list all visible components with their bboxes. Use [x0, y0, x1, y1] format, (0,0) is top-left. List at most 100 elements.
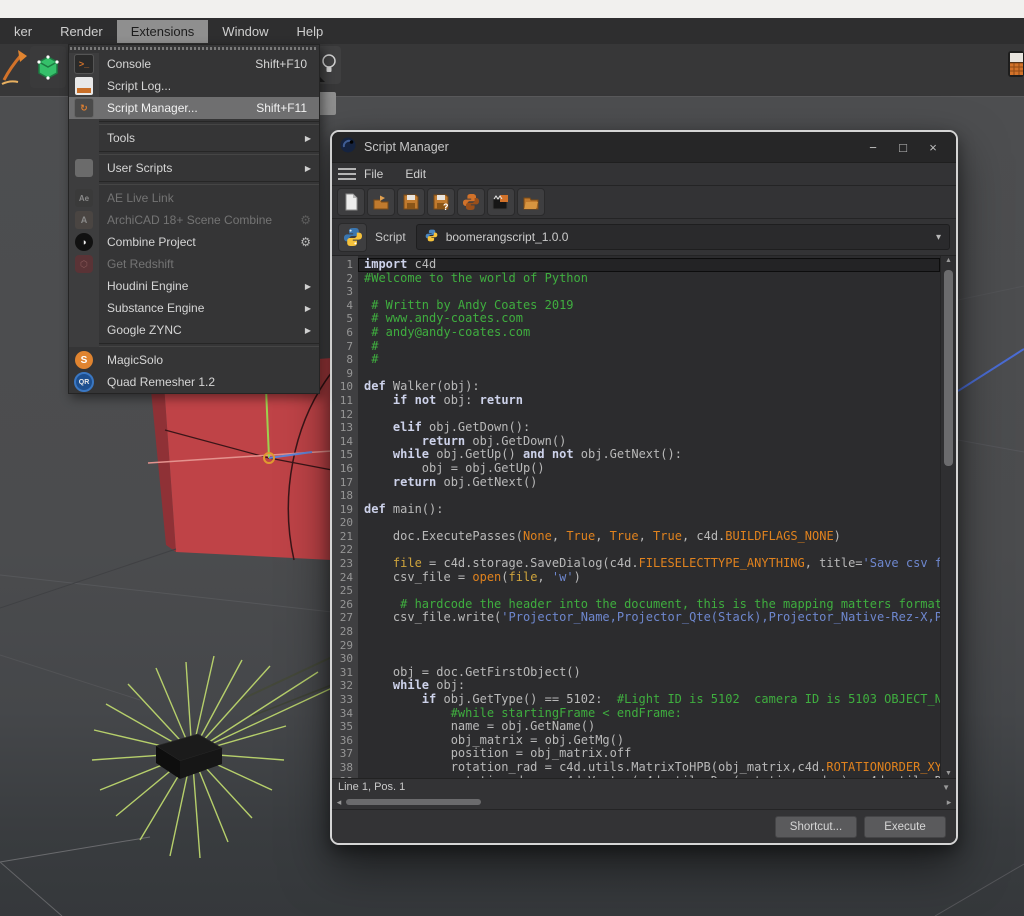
code-text-area[interactable]: import c4d#Welcome to the world of Pytho… [358, 256, 940, 778]
code-line: # andy@andy-coates.com [358, 326, 940, 340]
shortcut-button[interactable]: Shortcut... [775, 816, 857, 838]
code-line [358, 584, 940, 598]
code-line [358, 367, 940, 381]
sm-menu-file[interactable]: File [364, 167, 383, 181]
line-number: 10 [332, 380, 353, 394]
line-number: 24 [332, 571, 353, 585]
code-line: while obj.GetUp() and not obj.GetNext(): [358, 448, 940, 462]
menu-item-ae-live-link[interactable]: AeAE Live Link [69, 187, 319, 209]
line-number: 16 [332, 462, 353, 476]
menu-item-google-zync[interactable]: Google ZYNC▶ [69, 319, 319, 341]
code-line [358, 516, 940, 530]
code-line: elif obj.GetDown(): [358, 421, 940, 435]
code-line: # www.andy-coates.com [358, 312, 940, 326]
code-line: csv_file = open(file, 'w') [358, 571, 940, 585]
sm-menu-edit[interactable]: Edit [405, 167, 426, 181]
menu-separator [69, 151, 319, 155]
menu-item-combine-project[interactable]: ◑Combine Project⚙ [69, 231, 319, 253]
menubar-item-render[interactable]: Render [46, 20, 117, 43]
code-line [358, 639, 940, 653]
line-number: 28 [332, 625, 353, 639]
minimize-button[interactable]: − [858, 140, 888, 155]
projector-with-light-rays[interactable] [92, 656, 332, 858]
menubar-item-extensions[interactable]: Extensions [117, 20, 209, 43]
menu-separator [69, 343, 319, 347]
scroll-right-icon[interactable]: ▸ [942, 797, 956, 808]
menu-item-user-scripts[interactable]: User Scripts▶ [69, 157, 319, 179]
code-line: obj_matrix = obj.GetMg() [358, 734, 940, 748]
save-button[interactable] [397, 188, 425, 216]
close-button[interactable]: × [918, 140, 948, 155]
code-line: rotation_deg = c4d.Vector(c4d.utils.Deg(… [358, 775, 940, 778]
menu-item-console[interactable]: >_ConsoleShift+F10 [69, 53, 319, 75]
light-tool-icon[interactable] [317, 46, 341, 84]
cursor-position: Line 1, Pos. 1 [338, 781, 405, 793]
menu-item-shortcut: Shift+F11 [256, 101, 319, 115]
menu-item-script-log[interactable]: Script Log... [69, 75, 319, 97]
svg-text:?: ? [443, 202, 449, 211]
horizontal-scrollbar[interactable]: ◂ ▸ [332, 795, 956, 809]
redshift-icon: ⬡ [69, 255, 99, 273]
script-selector-dropdown[interactable]: boomerangscript_1.0.0 ▾ [416, 224, 950, 250]
line-number: 21 [332, 530, 353, 544]
script-manager-icon: ↻ [69, 98, 99, 118]
status-chevron-down-icon: ▼ [942, 783, 950, 792]
model-mode-cube-icon[interactable] [30, 46, 66, 88]
gear-icon[interactable]: ⚙ [300, 213, 319, 227]
line-number: 2 [332, 272, 353, 286]
menu-item-houdini-engine[interactable]: Houdini Engine▶ [69, 275, 319, 297]
submenu-arrow-icon: ▶ [305, 326, 319, 335]
menu-separator [69, 121, 319, 125]
menu-item-quad-remesher-1-2[interactable]: QRQuad Remesher 1.2 [69, 371, 319, 393]
gear-icon[interactable]: ⚙ [300, 235, 319, 249]
menu-tearoff-strip[interactable] [70, 45, 318, 53]
maximize-button[interactable]: □ [888, 140, 918, 155]
menu-item-shortcut: Shift+F10 [255, 57, 319, 71]
new-file-button[interactable] [337, 188, 365, 216]
folder-button[interactable] [517, 188, 545, 216]
menu-item-substance-engine[interactable]: Substance Engine▶ [69, 297, 319, 319]
menu-item-label: ArchiCAD 18+ Scene Combine [99, 213, 300, 227]
vertical-scroll-thumb[interactable] [944, 270, 953, 466]
menu-item-magicsolo[interactable]: SMagicSolo [69, 349, 319, 371]
scroll-left-icon[interactable]: ◂ [332, 797, 346, 808]
menu-item-get-redshift[interactable]: ⬡Get Redshift [69, 253, 319, 275]
save-as-button[interactable]: ? [427, 188, 455, 216]
code-line: def main(): [358, 503, 940, 517]
menu-item-label: Tools [99, 131, 305, 145]
line-number: 9 [332, 367, 353, 381]
hamburger-icon[interactable] [338, 168, 356, 180]
code-line [358, 625, 940, 639]
menu-item-label: Substance Engine [99, 301, 305, 315]
menu-item-script-manager[interactable]: ↻Script Manager...Shift+F11 [69, 97, 319, 119]
menubar-item-ker[interactable]: ker [0, 20, 46, 43]
scroll-up-icon[interactable]: ▲ [941, 257, 956, 264]
menubar-item-help[interactable]: Help [283, 20, 338, 43]
python-script-button[interactable] [457, 188, 485, 216]
clapper-button[interactable] [487, 188, 515, 216]
code-line: # hardcode the header into the document,… [358, 598, 940, 612]
code-line: csv_file.write('Projector_Name,Projector… [358, 611, 940, 625]
code-line: file = c4d.storage.SaveDialog(c4d.FILESE… [358, 557, 940, 571]
menubar-item-window[interactable]: Window [208, 20, 282, 43]
menu-item-tools[interactable]: Tools▶ [69, 127, 319, 149]
vertical-scrollbar[interactable]: ▲ ▼ [940, 256, 956, 778]
menu-item-label: Get Redshift [99, 257, 319, 271]
open-file-button[interactable] [367, 188, 395, 216]
execute-button[interactable]: Execute [864, 816, 946, 838]
window-button-row: Shortcut... Execute [332, 809, 956, 843]
menu-item-archicad-18-scene-combine[interactable]: AArchiCAD 18+ Scene Combine⚙ [69, 209, 319, 231]
line-number: 38 [332, 761, 353, 775]
scroll-down-icon[interactable]: ▼ [941, 770, 956, 777]
python-logo-icon[interactable] [338, 223, 367, 252]
code-line: obj = doc.GetFirstObject() [358, 666, 940, 680]
render-settings-icon[interactable] [1008, 47, 1024, 83]
code-line: if not obj: return [358, 394, 940, 408]
horizontal-scroll-thumb[interactable] [346, 799, 481, 805]
sm-menu-items: File Edit [364, 167, 448, 181]
menu-item-label: Script Log... [99, 79, 319, 93]
line-number: 19 [332, 503, 353, 517]
spline-pen-tool-icon[interactable] [0, 46, 28, 88]
window-titlebar[interactable]: Script Manager −□× [332, 132, 956, 162]
code-line: def Walker(obj): [358, 380, 940, 394]
